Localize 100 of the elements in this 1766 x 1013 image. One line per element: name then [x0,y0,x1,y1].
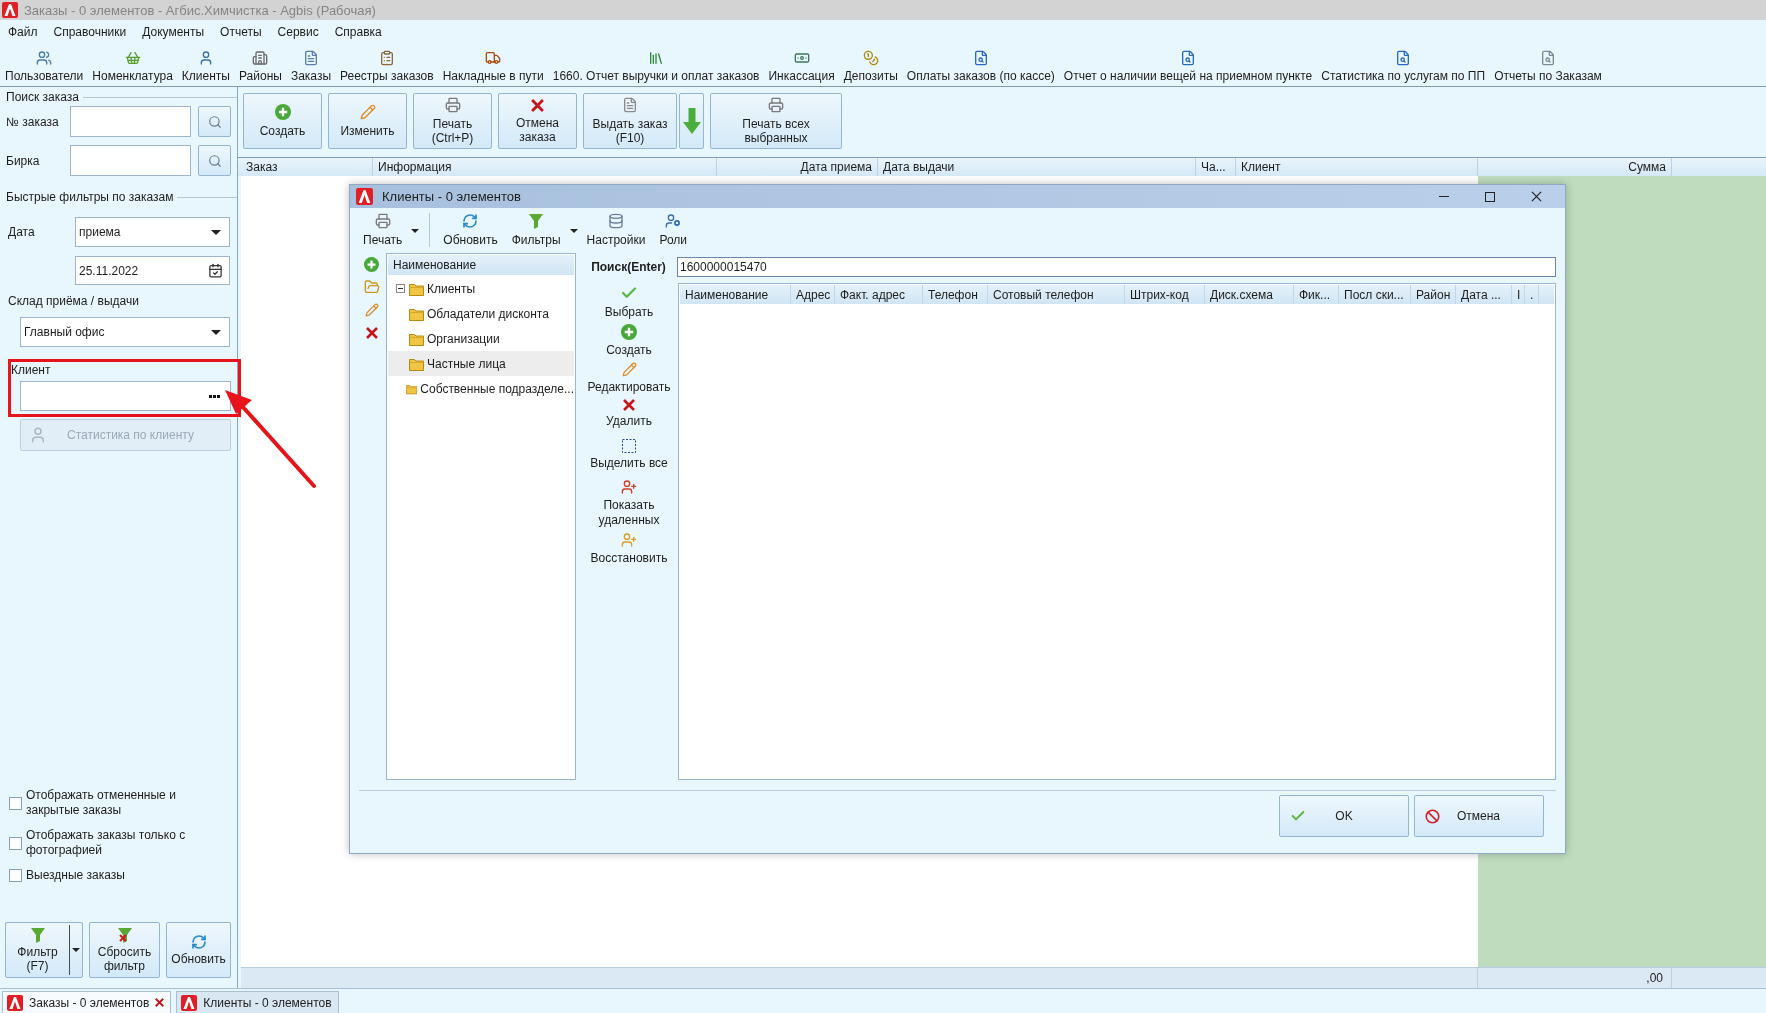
filter-button[interactable]: Обновить [166,922,231,978]
toolbar-button[interactable]: Номенклатура [92,50,173,83]
date-type-dropdown[interactable]: приема [75,217,230,247]
menu-item[interactable]: Файл [0,25,46,39]
toolbar-button[interactable]: Настройки [579,212,653,247]
search-field[interactable]: 1600000015470 [677,257,1556,277]
file-search-icon [972,50,989,66]
column-header[interactable]: Диск.схема [1205,285,1294,304]
column-header[interactable]: Наименование [388,255,574,275]
column-header[interactable]: Район [1411,285,1456,304]
input-field[interactable] [70,106,191,137]
document-tab[interactable]: Заказы - 0 элементов [2,991,172,1013]
search-button[interactable] [198,106,231,137]
toolbar-button[interactable]: 1660. Отчет выручки и оплат заказов [552,50,760,83]
tree-item[interactable]: Клиенты [388,276,574,301]
toolbar-button[interactable]: Отчеты по Заказам [1494,50,1602,83]
checkbox[interactable] [9,836,22,850]
action-button[interactable]: Печать всех выбранных [710,93,842,149]
menu-item[interactable]: Справка [326,25,390,39]
basket-icon [124,50,141,66]
more-icon[interactable] [209,394,220,398]
menu-item[interactable]: Отчеты [212,25,270,39]
funnel-icon [29,927,46,943]
checkbox[interactable] [9,869,22,882]
column-header[interactable]: Адрес [791,285,835,304]
printer-icon [768,97,784,113]
toolbar-button[interactable]: Роли [652,212,695,247]
person-plus-icon [621,479,637,495]
warehouse-dropdown[interactable]: Главный офис [20,317,230,347]
column-header[interactable]: Наименование [680,285,791,304]
database-icon [608,212,624,229]
side-action-button[interactable]: Показать удаленных [583,479,675,528]
column-header[interactable]: Факт. адрес [835,285,923,304]
action-button[interactable]: Изменить [328,93,407,149]
filter-button[interactable]: Сбросить фильтр [89,922,160,978]
app-logo-icon [356,188,373,205]
toolbar-button[interactable]: Статистика по услугам по ПП [1321,50,1486,83]
collapse-icon[interactable] [395,284,405,293]
funnel-icon [528,212,545,229]
building-icon [252,50,269,66]
column-header[interactable]: Сотовый телефон [988,285,1125,304]
folder-icon [409,281,424,296]
side-action-button[interactable]: Восстановить [590,532,668,566]
toolbar-button[interactable]: Оплаты заказов (по кассе) [906,50,1055,83]
toolbar-button[interactable]: Фильтры [504,212,568,247]
tree-item[interactable]: Частные лица [388,351,574,376]
toolbar-button[interactable]: Обновить [436,212,505,247]
toolbar-button[interactable]: Накладные в пути [442,50,544,83]
toolbar-button[interactable]: Печать [356,212,410,247]
toolbar-button[interactable]: Районы [239,50,282,83]
toolbar-button[interactable]: Заказы [290,50,331,83]
folder-button[interactable] [362,279,381,295]
search-button[interactable] [198,145,231,176]
tree-item[interactable]: Обладатели дисконта [388,301,574,326]
side-action-button[interactable]: Выбрать [604,284,654,320]
action-button[interactable]: Создать [243,93,322,149]
filter-button[interactable]: Фильтр (F7) [5,922,83,978]
checkbox[interactable] [9,796,22,810]
folder-icon [409,331,424,346]
file-search-icon [1540,50,1556,66]
tree-item[interactable]: Организации [388,326,574,351]
action-button[interactable]: Отмена заказа [498,93,577,149]
column-header[interactable]: Дата ... [1456,285,1512,304]
banknote-icon [793,50,810,66]
side-action-button[interactable]: Удалить [606,399,652,429]
menu-item[interactable]: Документы [134,25,213,39]
ok-button[interactable]: OK [1279,795,1409,837]
cancel-button[interactable]: Отмена [1414,795,1544,837]
input-field[interactable] [70,145,191,176]
side-action-button[interactable]: Создать [606,324,652,358]
books-icon [648,50,665,66]
calendar-icon[interactable] [208,263,223,278]
menu-item[interactable]: Справочники [45,25,135,39]
person-icon [29,426,47,444]
toolbar-button[interactable]: Депозиты [843,50,898,83]
add-button[interactable] [362,256,381,272]
column-header[interactable]: I [1512,285,1525,304]
date-field[interactable]: 25.11.2022 [75,256,230,285]
side-action-button[interactable]: Редактировать [587,362,671,395]
column-header[interactable]: Посл ски... [1339,285,1411,304]
dropdown-button[interactable] [679,93,704,149]
tree-item[interactable]: Собственные подразделе... [388,376,574,401]
column-header[interactable]: . [1525,285,1539,304]
document-tab[interactable]: Клиенты - 0 элементов [176,991,339,1013]
toolbar-button[interactable]: Инкассация [768,50,835,83]
toolbar-button[interactable]: Реестры заказов [340,50,434,83]
side-action-button[interactable]: Выделить все [590,439,668,471]
menu-item[interactable]: Сервис [269,25,327,39]
toolbar-button[interactable]: Отчет о наличии вещей на приемном пункте [1063,50,1313,83]
toolbar-button[interactable]: Клиенты [181,50,230,83]
toolbar-button[interactable]: Пользователи [5,50,84,83]
client-field[interactable] [20,381,231,411]
column-header[interactable]: Телефон [923,285,988,304]
checkbox-label: Отображать отмененные и закрытые заказы [26,788,177,818]
column-header[interactable]: Фик... [1294,285,1339,304]
field-label: Дата [8,225,36,239]
action-button[interactable]: Печать (Ctrl+P) [413,93,492,149]
close-icon[interactable] [155,998,165,1007]
action-button[interactable]: Выдать заказ (F10) [583,93,677,149]
column-header[interactable]: Штрих-код [1125,285,1205,304]
